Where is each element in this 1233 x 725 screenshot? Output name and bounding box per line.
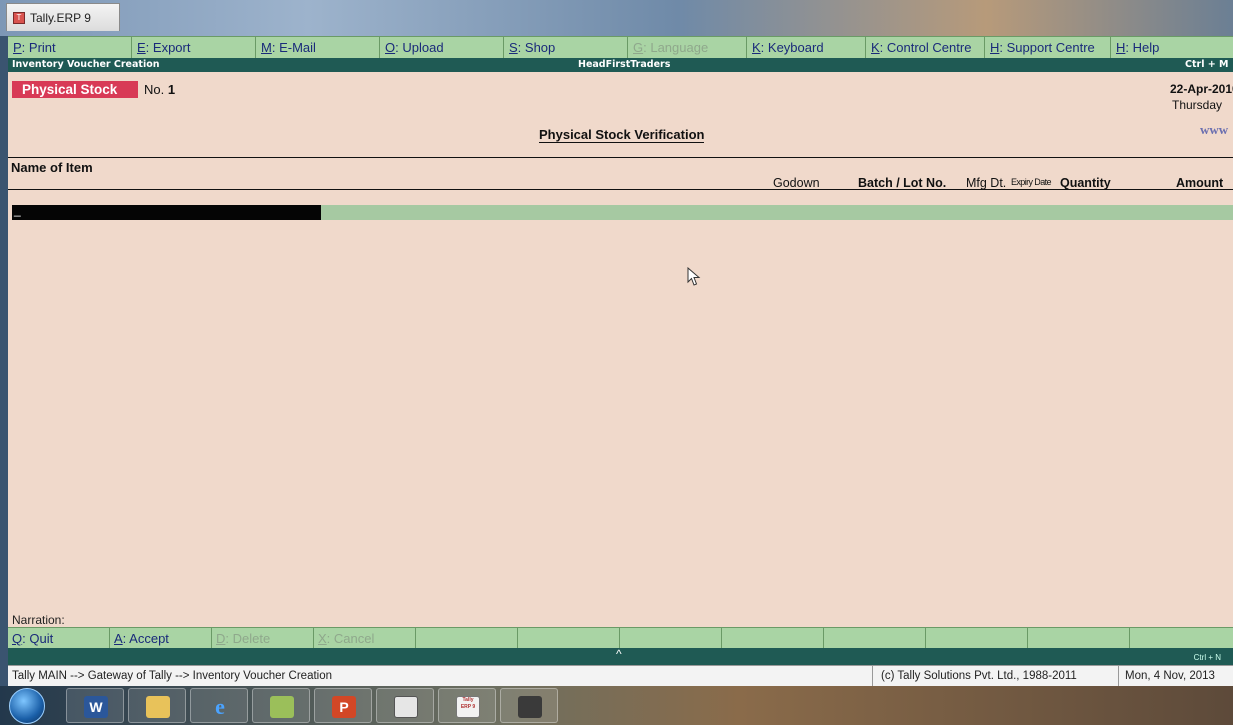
voucher-type-badge: Physical Stock	[12, 81, 138, 98]
menu-shop[interactable]: S: Shop	[504, 37, 628, 59]
tally-window: T Tally.ERP 9 P: Print E: Export M: E-Ma…	[0, 0, 1233, 725]
col-expiry-date: Expiry Date	[1011, 177, 1052, 187]
empty-button-slot	[1028, 628, 1130, 649]
menu-control-centre[interactable]: K: Control Centre	[866, 37, 985, 59]
internet-explorer-icon[interactable]: e	[190, 688, 248, 723]
status-bar: Tally MAIN --> Gateway of Tally --> Inve…	[8, 665, 1233, 687]
windows-start-icon[interactable]	[9, 688, 45, 724]
quit-button[interactable]: Q: Quit	[8, 628, 110, 649]
empty-button-slot	[1130, 628, 1233, 649]
notes-icon[interactable]	[252, 688, 310, 723]
menu-language: G: Language	[628, 37, 747, 59]
file-explorer-icon[interactable]	[128, 688, 186, 723]
col-name-of-item: Name of Item	[11, 160, 93, 175]
menu-keyboard[interactable]: K: Keyboard	[747, 37, 866, 59]
system-date: Mon, 4 Nov, 2013	[1125, 670, 1215, 682]
tally-app-icon: T	[13, 11, 25, 24]
col-mfg-date: Mfg Dt.	[966, 176, 1007, 190]
company-name: HeadFirstTraders	[578, 59, 671, 70]
navigation-path: Tally MAIN --> Gateway of Tally --> Inve…	[12, 670, 333, 682]
col-amount: Amount	[1176, 176, 1224, 190]
calculator-icon[interactable]	[376, 688, 434, 723]
voucher-body: Physical Stock No. 1 22-Apr-2010 Thursda…	[8, 72, 1233, 627]
accept-button[interactable]: A: Accept	[110, 628, 212, 649]
voucher-day: Thursday	[1172, 98, 1223, 112]
word-icon[interactable]: W	[66, 688, 124, 723]
form-title: Physical Stock Verification	[539, 127, 705, 143]
empty-button-slot	[620, 628, 722, 649]
top-menu-bar: P: Print E: Export M: E-Mail O: Upload S…	[8, 36, 1233, 59]
delete-button: D: Delete	[212, 628, 314, 649]
window-title: Tally.ERP 9	[30, 10, 91, 25]
voucher-number: No. 1	[144, 82, 176, 97]
col-godown: Godown	[773, 176, 820, 190]
text-cursor: _	[14, 203, 21, 217]
copyright-text: (c) Tally Solutions Pvt. Ltd., 1988-2011	[881, 670, 1077, 682]
name-of-item-field[interactable]: _	[12, 203, 321, 220]
menu-export[interactable]: E: Export	[132, 37, 256, 59]
bottom-button-bar: Q: Quit A: Accept D: Delete X: Cancel	[8, 627, 1233, 649]
screen-name: Inventory Voucher Creation	[12, 59, 160, 70]
website-watermark: www	[1200, 122, 1229, 137]
item-entry-row[interactable]: _	[12, 203, 1233, 220]
cancel-button: X: Cancel	[314, 628, 416, 649]
col-quantity: Quantity	[1060, 176, 1111, 190]
screen-header-bar: Inventory Voucher Creation HeadFirstTrad…	[8, 58, 1233, 72]
menu-support-centre[interactable]: H: Support Centre	[985, 37, 1111, 59]
expand-caret-icon[interactable]: ^	[616, 647, 622, 661]
powerpoint-icon[interactable]: P	[314, 688, 372, 723]
menu-help[interactable]: H: Help	[1111, 37, 1209, 59]
title-bar: T Tally.ERP 9	[0, 0, 1233, 36]
column-header: Name of Item Godown Batch / Lot No. Mfg …	[8, 157, 1233, 190]
empty-button-slot	[518, 628, 620, 649]
calculator-shortcut[interactable]: Ctrl + N	[1194, 653, 1221, 662]
window-tab[interactable]: T Tally.ERP 9	[6, 3, 120, 31]
empty-button-slot	[926, 628, 1028, 649]
usb-device-icon[interactable]	[500, 688, 558, 723]
windows-taskbar: W e P Tally ERP 9	[0, 686, 1233, 725]
lower-info-bar: ^ Ctrl + N	[8, 647, 1233, 665]
minimize-shortcut[interactable]: Ctrl + M	[1185, 59, 1228, 70]
tally-icon[interactable]: Tally ERP 9	[438, 688, 496, 723]
empty-button-slot	[824, 628, 926, 649]
col-batch: Batch / Lot No.	[858, 176, 947, 190]
menu-email[interactable]: M: E-Mail	[256, 37, 380, 59]
menu-upload[interactable]: O: Upload	[380, 37, 504, 59]
voucher-date[interactable]: 22-Apr-2010	[1170, 82, 1233, 96]
empty-button-slot	[416, 628, 518, 649]
narration-label[interactable]: Narration:	[12, 613, 65, 627]
mouse-pointer-icon	[687, 267, 701, 286]
empty-button-slot	[722, 628, 824, 649]
menu-print[interactable]: P: Print	[8, 37, 132, 59]
